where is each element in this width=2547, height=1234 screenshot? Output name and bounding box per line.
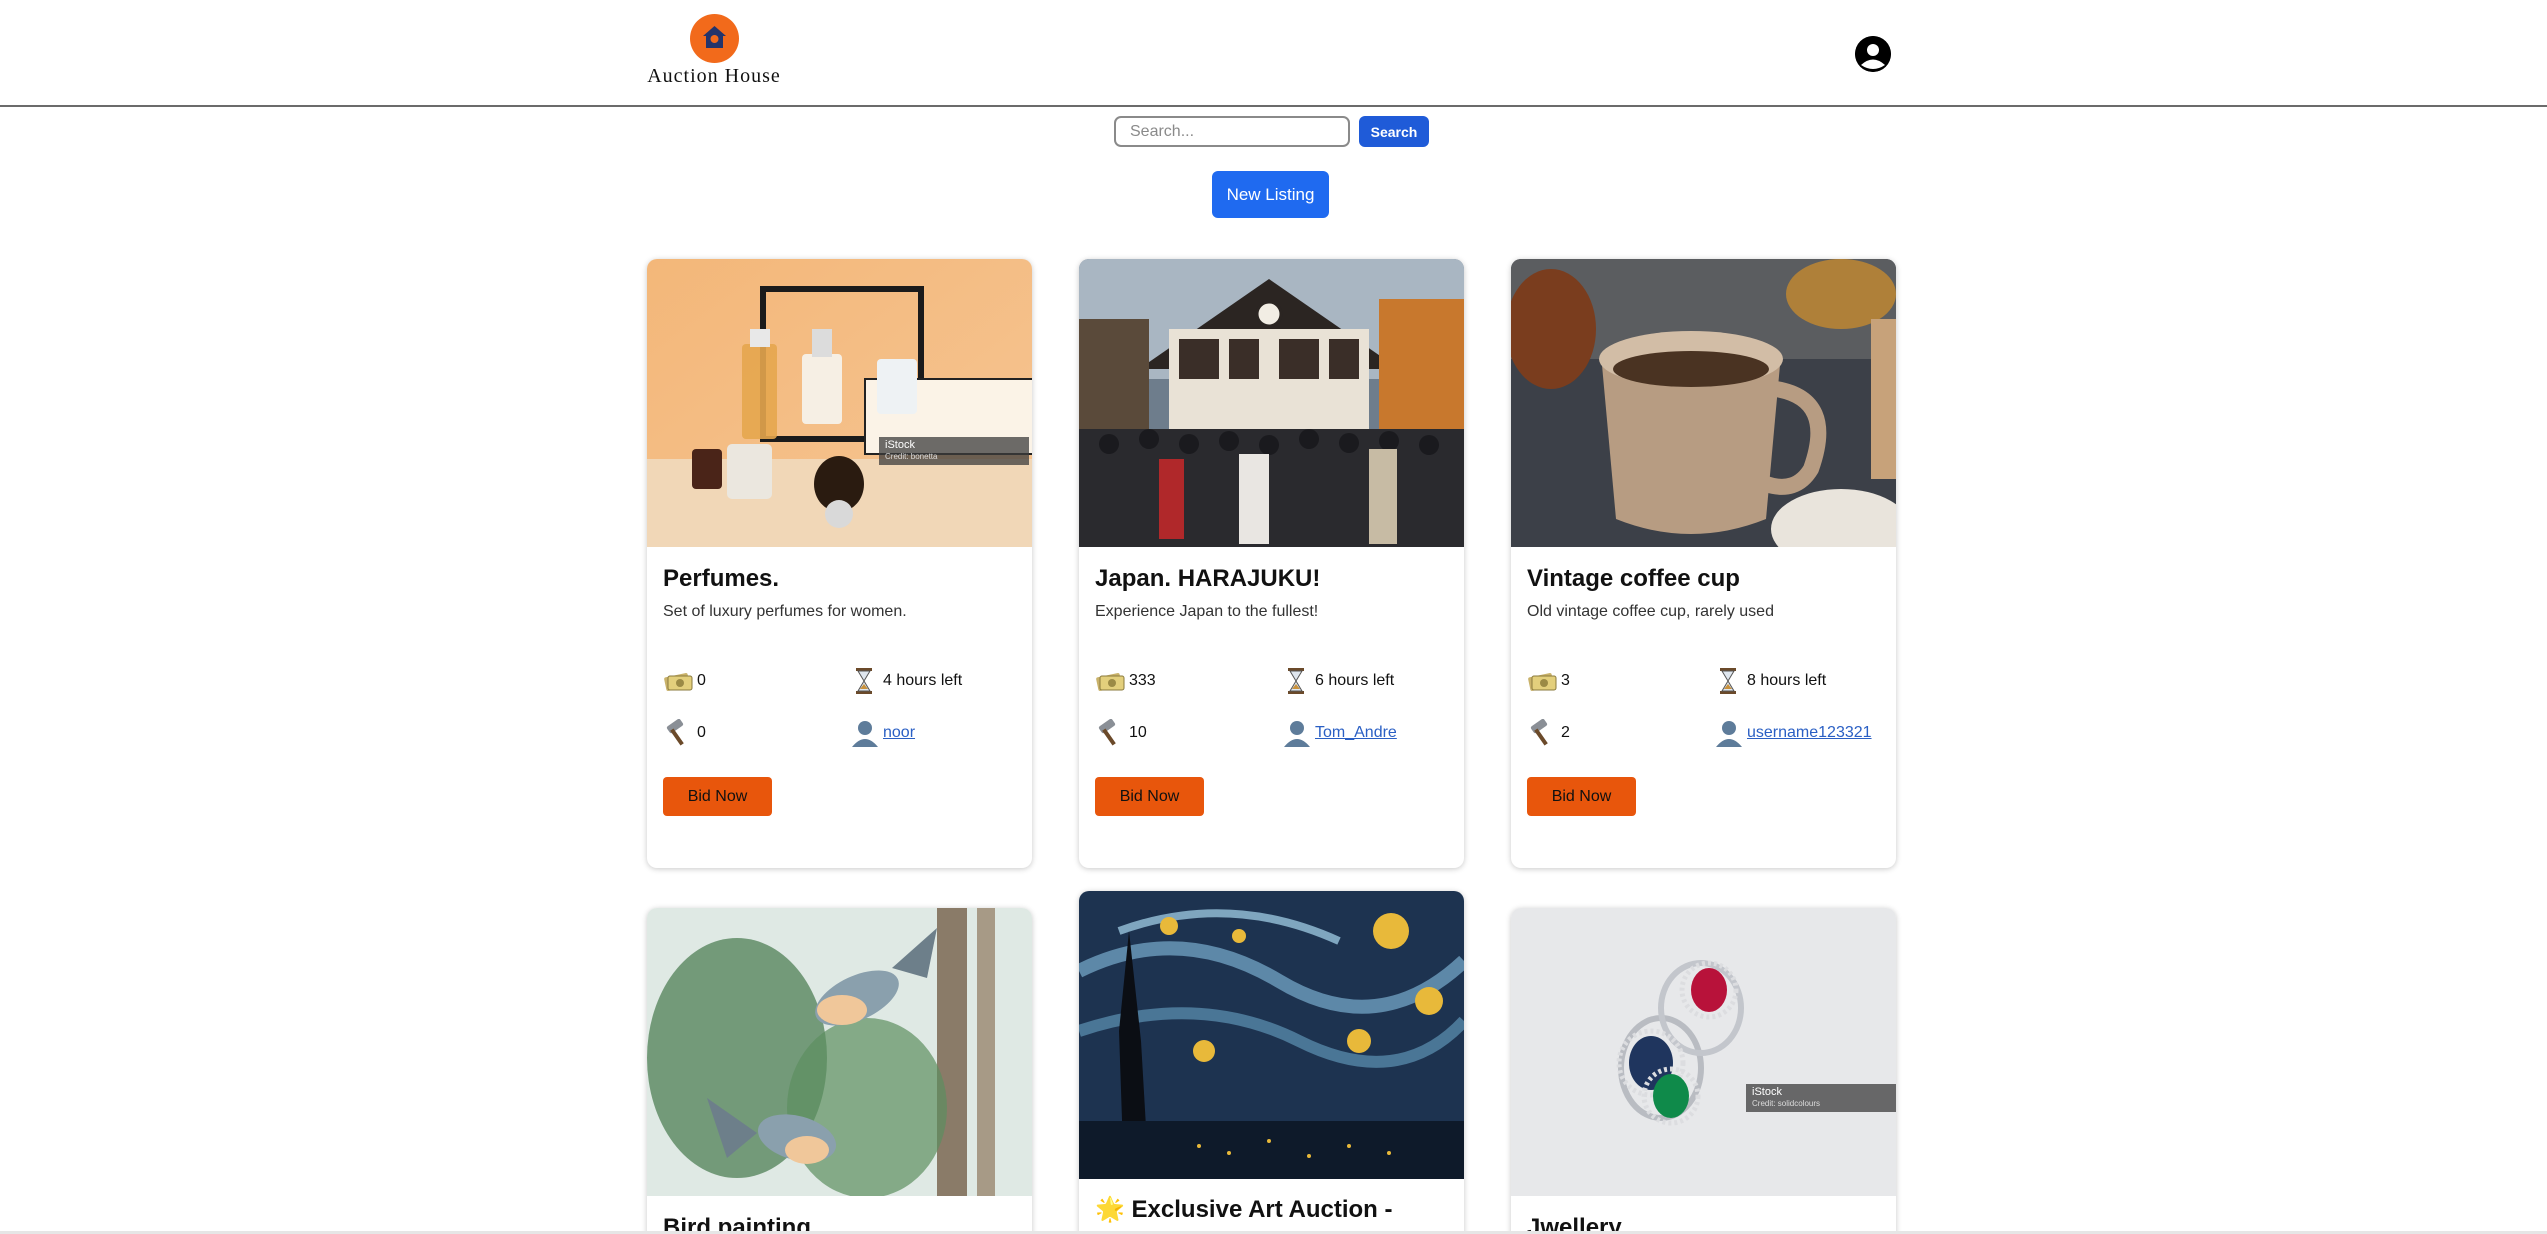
hourglass-icon (849, 667, 879, 695)
listing-stats: 0 4 hours left 0 noor (663, 667, 1016, 777)
bid-now-button[interactable]: Bid Now (1095, 777, 1204, 816)
listing-title: Japan. HARAJUKU! (1095, 565, 1321, 592)
time-left-value: 6 hours left (1315, 672, 1395, 689)
listing-card: iStock Credit: solidcolours Jwellery (1511, 908, 1896, 1234)
search-bar: Search (1114, 116, 1429, 147)
money-icon (663, 667, 693, 695)
listing-description: Set of luxury perfumes for women. (663, 603, 907, 620)
gavel-icon (663, 718, 693, 747)
current-bid: 3 (1527, 667, 1570, 695)
hourglass-icon (1713, 667, 1743, 695)
listing-title: 🌟 Exclusive Art Auction - (1095, 1196, 1393, 1223)
bid-now-button[interactable]: Bid Now (663, 777, 772, 816)
user-circle-icon[interactable] (1855, 36, 1891, 72)
listing-card: 🌟 Exclusive Art Auction - (1079, 891, 1464, 1234)
listing-description: Experience Japan to the fullest! (1095, 603, 1319, 620)
bid-count: 10 (1095, 718, 1147, 747)
logo-text: Auction House (647, 65, 781, 87)
current-bid: 333 (1095, 667, 1156, 695)
listing-image[interactable]: iStock Credit: solidcolours (1511, 908, 1896, 1196)
seller: noor (849, 719, 915, 747)
listing-card: Vintage coffee cup Old vintage coffee cu… (1511, 259, 1896, 868)
bid-count: 0 (663, 718, 706, 747)
money-icon (1095, 667, 1125, 695)
user-icon (849, 719, 879, 747)
top-navbar: Auction House (0, 0, 2547, 107)
time-left: 6 hours left (1281, 667, 1394, 695)
time-left: 8 hours left (1713, 667, 1826, 695)
current-bid: 0 (663, 667, 706, 695)
bid-count-value: 10 (1129, 724, 1147, 741)
bid-count-value: 2 (1561, 724, 1570, 741)
listing-stats: 3 8 hours left 2 username123321 (1527, 667, 1880, 777)
listing-description: Old vintage coffee cup, rarely used (1527, 603, 1774, 620)
listing-card: Bird painting (647, 908, 1032, 1234)
new-listing-button[interactable]: New Listing (1212, 171, 1329, 218)
seller-link[interactable]: username123321 (1747, 724, 1872, 742)
listing-title: Vintage coffee cup (1527, 565, 1740, 592)
money-icon (1527, 667, 1557, 695)
current-bid-value: 333 (1129, 672, 1156, 689)
time-left: 4 hours left (849, 667, 962, 695)
listing-image[interactable] (1079, 259, 1464, 547)
search-button[interactable]: Search (1359, 116, 1429, 147)
gavel-icon (1527, 718, 1557, 747)
listing-image[interactable]: iStock Credit: bonetta (647, 259, 1032, 547)
listing-image[interactable] (647, 908, 1032, 1196)
search-input[interactable] (1114, 116, 1350, 147)
logo[interactable]: Auction House (646, 14, 782, 88)
listing-card: iStock Credit: bonetta Perfumes. Set of … (647, 259, 1032, 868)
bid-now-button[interactable]: Bid Now (1527, 777, 1636, 816)
seller: Tom_Andre (1281, 719, 1397, 747)
current-bid-value: 3 (1561, 672, 1570, 689)
seller-link[interactable]: noor (883, 724, 915, 742)
time-left-value: 4 hours left (883, 672, 963, 689)
user-icon (1281, 719, 1311, 747)
current-bid-value: 0 (697, 672, 706, 689)
watermark: iStock Credit: solidcolours (1746, 1084, 1896, 1112)
listing-image[interactable] (1079, 891, 1464, 1179)
bid-count-value: 0 (697, 724, 706, 741)
gavel-icon (1095, 718, 1125, 747)
bid-count: 2 (1527, 718, 1570, 747)
time-left-value: 8 hours left (1747, 672, 1827, 689)
hourglass-icon (1281, 667, 1311, 695)
listing-card: Japan. HARAJUKU! Experience Japan to the… (1079, 259, 1464, 868)
user-icon (1713, 719, 1743, 747)
house-icon (689, 14, 739, 63)
listing-image[interactable] (1511, 259, 1896, 547)
seller: username123321 (1713, 719, 1872, 747)
listing-title: Perfumes. (663, 565, 780, 592)
listing-stats: 333 6 hours left 10 Tom_Andre (1095, 667, 1448, 777)
watermark: iStock Credit: bonetta (879, 437, 1029, 465)
seller-link[interactable]: Tom_Andre (1315, 724, 1397, 742)
